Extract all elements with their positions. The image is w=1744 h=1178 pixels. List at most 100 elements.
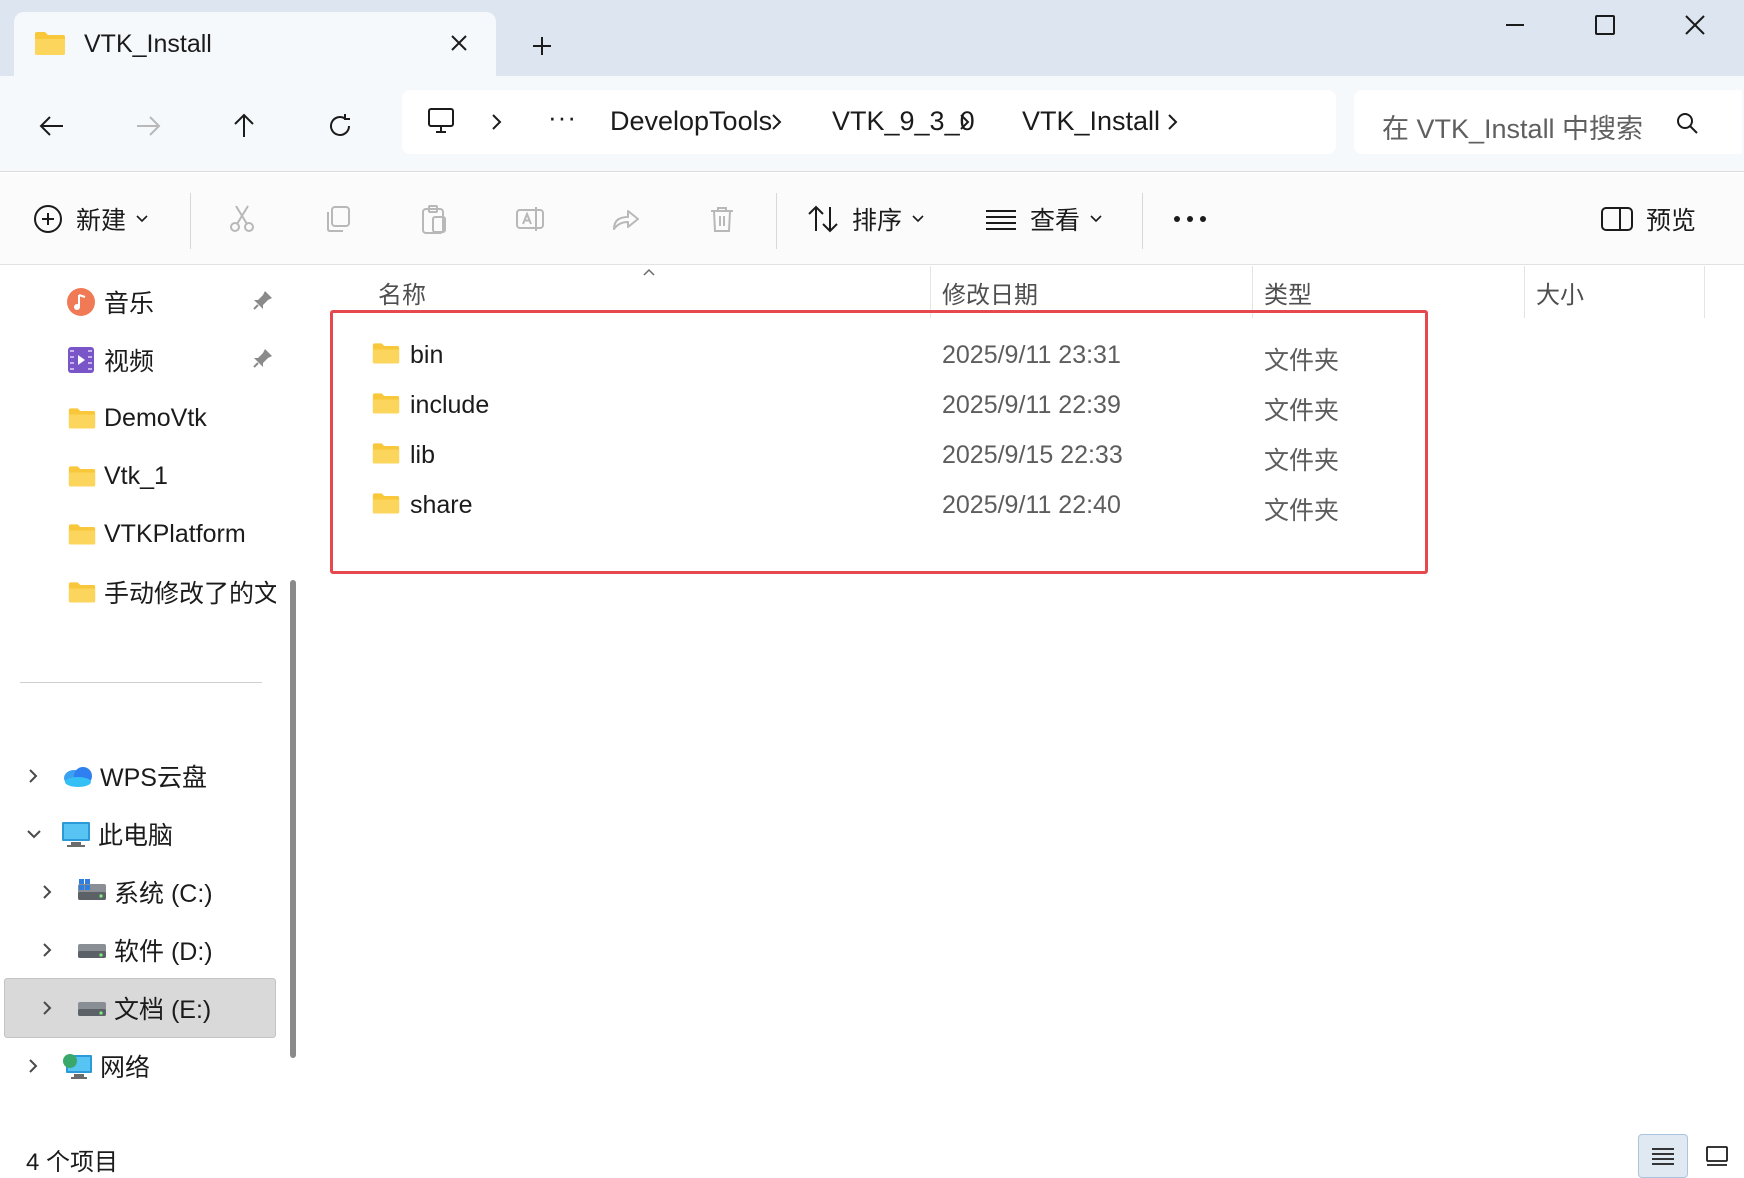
tab-close-button[interactable] <box>444 28 474 58</box>
clipboard-icon <box>422 205 446 234</box>
folder-icon <box>68 406 96 430</box>
more-options-button[interactable] <box>1172 173 1208 265</box>
search-box[interactable]: 在 VTK_Install 中搜索 <box>1354 90 1742 154</box>
tiles-view-button[interactable] <box>1692 1134 1742 1178</box>
chevron-down-icon[interactable] <box>24 827 46 841</box>
up-button[interactable] <box>220 102 268 150</box>
pin-icon[interactable] <box>252 347 274 374</box>
chevron-right-icon[interactable] <box>1162 110 1182 134</box>
share-button[interactable] <box>610 173 642 265</box>
preview-pane-icon <box>1601 207 1633 231</box>
music-icon <box>66 287 96 317</box>
sidebar-scrollbar[interactable] <box>290 580 296 1058</box>
video-icon <box>66 345 96 375</box>
chevron-down-icon <box>912 215 924 223</box>
copy-icon <box>327 206 350 232</box>
new-button[interactable]: 新建 <box>32 173 148 265</box>
sidebar-item-vtkplatform[interactable]: VTKPlatform <box>4 504 276 564</box>
sidebar-item-label: 视频 <box>104 348 155 376</box>
rename-button[interactable] <box>514 173 546 265</box>
forward-button[interactable] <box>124 102 172 150</box>
sort-icon <box>808 205 838 233</box>
breadcrumb-vtk-install[interactable]: VTK_Install <box>1022 106 1160 137</box>
sidebar-item-drive-d[interactable]: 软件 (D:) <box>4 920 276 980</box>
sidebar-item-label: 音乐 <box>104 290 155 318</box>
file-explorer-window: VTK_Install ··· DevelopTools VTK_9_3_0 V… <box>0 0 1744 1178</box>
sidebar-item-music[interactable]: 音乐 <box>4 272 276 332</box>
sort-button[interactable]: 排序 <box>806 173 924 265</box>
drive-icon <box>76 936 108 964</box>
computer-icon[interactable] <box>426 106 456 141</box>
chevron-right-icon[interactable] <box>40 940 60 960</box>
sidebar-item-vtk-1[interactable]: Vtk_1 <box>4 446 276 506</box>
status-bar: 4 个项目 <box>0 1132 1744 1178</box>
view-label: 查看 <box>1030 207 1081 235</box>
pin-icon[interactable] <box>252 289 274 316</box>
sidebar-item-label: 文档 (E:) <box>114 996 212 1024</box>
breadcrumb-developtools[interactable]: DevelopTools <box>610 106 772 137</box>
copy-button[interactable] <box>322 173 354 265</box>
cut-button[interactable] <box>226 173 258 265</box>
breadcrumb-overflow[interactable]: ··· <box>548 102 577 133</box>
chevron-right-icon[interactable] <box>486 110 506 134</box>
chevron-right-icon[interactable] <box>40 882 60 902</box>
chevron-down-icon <box>1090 215 1102 223</box>
chevron-right-icon[interactable] <box>26 1056 46 1076</box>
command-bar: 新建 排序 查看 预览 <box>0 173 1744 265</box>
chevron-right-icon[interactable] <box>26 766 46 786</box>
plus-icon <box>533 37 551 55</box>
toolbar-divider <box>776 193 777 249</box>
chevron-right-icon[interactable] <box>766 110 786 134</box>
tab-vtk-install[interactable]: VTK_Install <box>14 12 496 76</box>
refresh-icon <box>330 114 350 136</box>
sidebar-item-label: 手动修改了的文件 <box>104 580 276 608</box>
column-separator[interactable] <box>1524 266 1525 318</box>
sidebar-item-drive-e[interactable]: 文档 (E:) <box>4 978 276 1038</box>
details-view-button[interactable] <box>1638 1134 1688 1178</box>
address-bar[interactable]: ··· DevelopTools VTK_9_3_0 VTK_Install <box>402 90 1336 154</box>
sort-ascending-icon <box>642 264 656 282</box>
more-icon <box>1174 216 1206 222</box>
item-count: 4 个项目 <box>26 1149 119 1176</box>
search-input[interactable]: 在 VTK_Install 中搜索 <box>1382 107 1682 146</box>
navigation-bar: ··· DevelopTools VTK_9_3_0 VTK_Install 在… <box>0 76 1744 172</box>
column-header-size[interactable]: 大小 <box>1536 266 1584 318</box>
tiles-view-icon <box>1706 1146 1728 1166</box>
view-button[interactable]: 查看 <box>984 173 1102 265</box>
sidebar-item-network[interactable]: 网络 <box>4 1036 276 1096</box>
paste-button[interactable] <box>418 173 450 265</box>
toolbar-divider <box>190 193 191 249</box>
minimize-button[interactable] <box>1470 0 1560 50</box>
chevron-right-icon[interactable] <box>954 110 974 134</box>
network-icon <box>62 1051 94 1081</box>
chevron-right-icon[interactable] <box>40 998 60 1018</box>
sidebar-item-this-pc[interactable]: 此电脑 <box>4 804 276 864</box>
details-view-icon <box>1652 1148 1674 1165</box>
sidebar-item-label: Vtk_1 <box>104 461 168 490</box>
sidebar-item-label: DemoVtk <box>104 403 207 432</box>
sidebar-item-modified-files[interactable]: 手动修改了的文件 <box>4 562 276 622</box>
folder-icon <box>68 464 96 488</box>
title-bar: VTK_Install <box>0 0 1744 76</box>
search-icon[interactable] <box>1674 110 1700 141</box>
maximize-button[interactable] <box>1560 0 1650 50</box>
windows-drive-icon <box>76 878 108 906</box>
preview-pane-button[interactable]: 预览 <box>1600 173 1696 265</box>
sidebar-item-drive-c[interactable]: 系统 (C:) <box>4 862 276 922</box>
refresh-button[interactable] <box>316 102 364 150</box>
sidebar-item-video[interactable]: 视频 <box>4 330 276 390</box>
column-separator[interactable] <box>1704 266 1705 318</box>
sidebar-item-label: VTKPlatform <box>104 519 246 548</box>
arrow-right-icon <box>137 116 161 136</box>
sidebar-item-label: 软件 (D:) <box>114 938 213 966</box>
delete-button[interactable] <box>706 173 738 265</box>
chevron-down-icon <box>136 215 148 223</box>
window-close-button[interactable] <box>1650 0 1740 50</box>
sidebar-item-label: 此电脑 <box>98 822 174 850</box>
preview-label: 预览 <box>1646 207 1697 235</box>
new-tab-button[interactable] <box>522 26 562 66</box>
back-button[interactable] <box>28 102 76 150</box>
minimize-icon <box>1506 24 1524 26</box>
sidebar-item-wps-cloud[interactable]: WPS云盘 <box>4 746 276 806</box>
sidebar-item-demovtk[interactable]: DemoVtk <box>4 388 276 448</box>
